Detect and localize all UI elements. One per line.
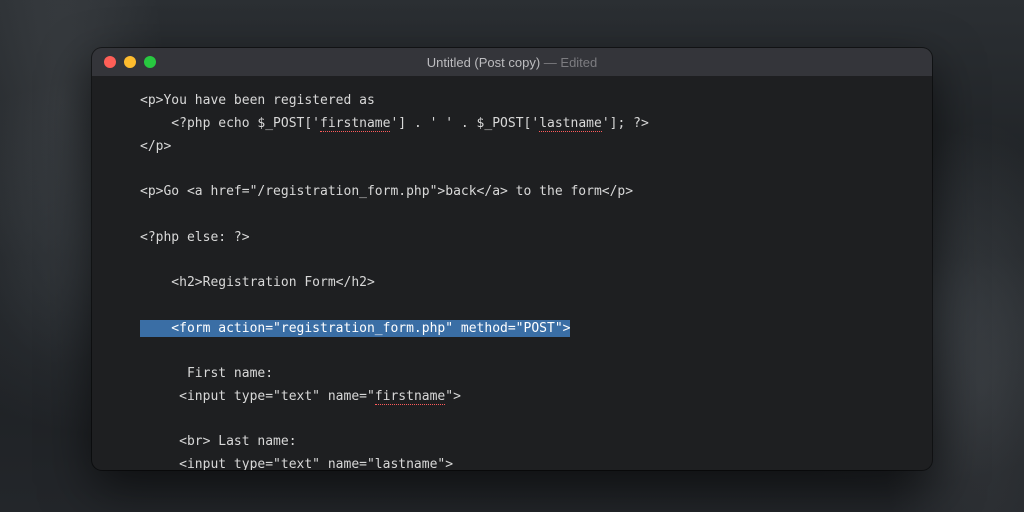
code-line[interactable]: '] . ' ' . $_POST[' bbox=[390, 116, 539, 131]
spell-underline[interactable]: lastname bbox=[539, 116, 602, 132]
title-status: — Edited bbox=[540, 55, 597, 70]
spell-underline[interactable]: firstname bbox=[375, 389, 445, 405]
code-line[interactable]: ']; ?> bbox=[602, 116, 649, 131]
code-line[interactable]: "> bbox=[445, 389, 461, 404]
code-line[interactable]: <h2>Registration Form</h2> bbox=[140, 275, 375, 290]
minimize-icon[interactable] bbox=[124, 56, 136, 68]
code-line[interactable]: <input type="text" name="lastname"> bbox=[140, 457, 453, 470]
code-line[interactable]: <p>Go <a href="/registration_form.php">b… bbox=[140, 184, 633, 199]
code-line[interactable]: <p>You have been registered as bbox=[140, 93, 375, 108]
selected-line[interactable]: <form action="registration_form.php" met… bbox=[140, 320, 570, 337]
code-line[interactable]: First name: bbox=[140, 366, 273, 381]
spell-underline[interactable]: firstname bbox=[320, 116, 390, 132]
titlebar[interactable]: Untitled (Post copy) — Edited bbox=[92, 48, 932, 76]
code-line[interactable]: <?php else: ?> bbox=[140, 230, 250, 245]
desktop-background: Untitled (Post copy) — Edited <p>You hav… bbox=[0, 0, 1024, 512]
zoom-icon[interactable] bbox=[144, 56, 156, 68]
window-controls bbox=[104, 56, 156, 68]
code-line[interactable]: <input type="text" name=" bbox=[140, 389, 375, 404]
code-line[interactable]: <?php echo $_POST[' bbox=[140, 116, 320, 131]
title-main: Untitled (Post copy) bbox=[427, 55, 540, 70]
window-title: Untitled (Post copy) — Edited bbox=[92, 55, 932, 70]
close-icon[interactable] bbox=[104, 56, 116, 68]
code-line[interactable]: <br> Last name: bbox=[140, 434, 297, 449]
code-block[interactable]: <p>You have been registered as <?php ech… bbox=[140, 90, 932, 470]
text-editor-body[interactable]: <p>You have been registered as <?php ech… bbox=[92, 76, 932, 470]
editor-window: Untitled (Post copy) — Edited <p>You hav… bbox=[92, 48, 932, 470]
code-line[interactable]: </p> bbox=[140, 139, 171, 154]
